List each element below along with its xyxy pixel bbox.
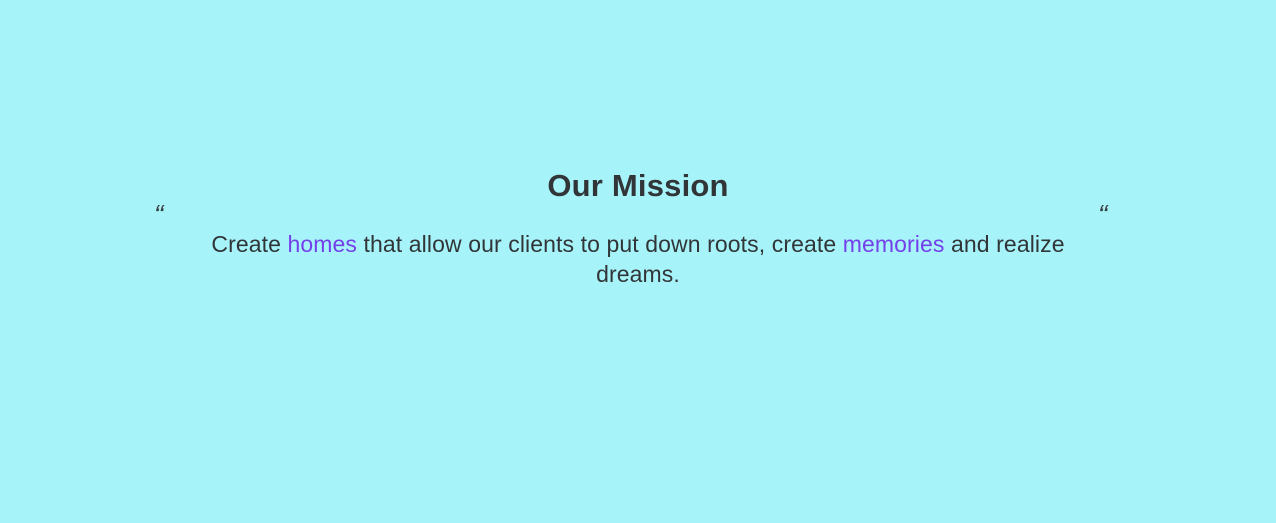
open-quote-icon: “: [154, 199, 164, 230]
highlight-memories: memories: [842, 231, 945, 257]
statement-text-start: Create: [211, 231, 288, 257]
close-quote-icon: “: [1098, 199, 1108, 230]
mission-section: Our Mission “ “ Create homes that allow …: [0, 0, 1276, 523]
statement-text-middle: that allow our clients to put down roots…: [357, 231, 843, 257]
highlight-homes: homes: [287, 231, 358, 257]
mission-statement: Create homes that allow our clients to p…: [198, 229, 1078, 289]
mission-title: Our Mission: [547, 168, 729, 203]
